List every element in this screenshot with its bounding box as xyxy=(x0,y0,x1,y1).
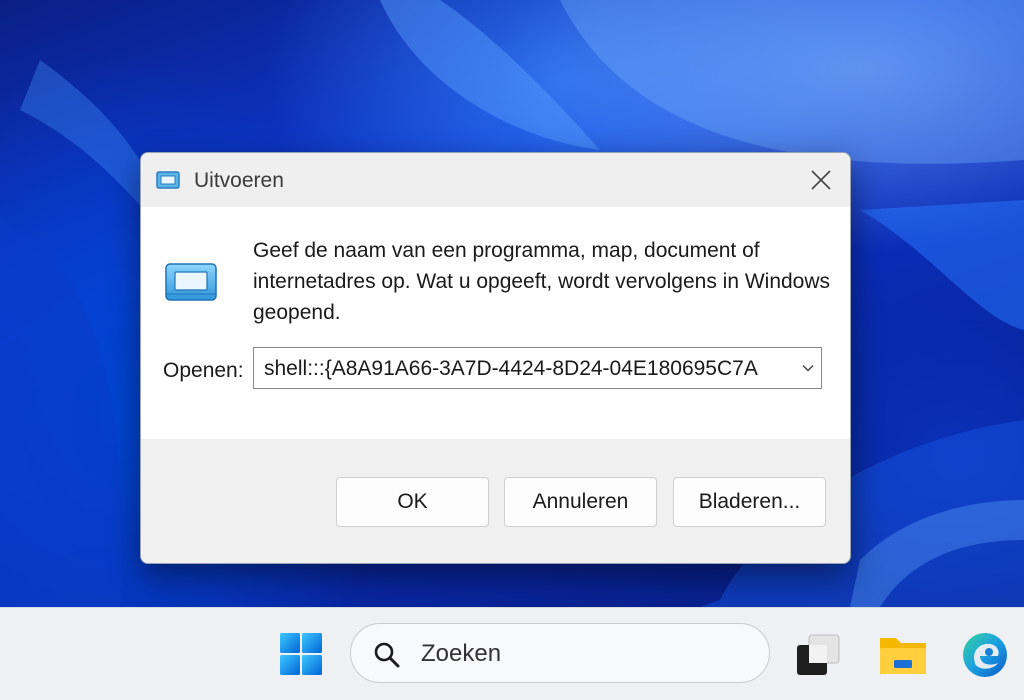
taskbar: Zoeken xyxy=(0,607,1024,700)
open-label: Openen: xyxy=(163,359,244,382)
search-icon xyxy=(374,642,400,668)
run-icon xyxy=(156,171,180,189)
dialog-content: Geef de naam van een programma, map, doc… xyxy=(141,207,850,439)
browse-button[interactable]: Bladeren... xyxy=(673,477,826,527)
ok-button[interactable]: OK xyxy=(336,477,489,527)
windows-start-icon[interactable] xyxy=(279,632,323,676)
file-explorer-icon[interactable] xyxy=(878,632,928,678)
edge-browser-icon[interactable] xyxy=(960,630,1010,680)
cancel-button[interactable]: Annuleren xyxy=(504,477,657,527)
dialog-title: Uitvoeren xyxy=(194,169,284,192)
open-combobox[interactable] xyxy=(253,347,822,389)
chevron-down-icon[interactable] xyxy=(801,361,815,375)
taskbar-search-label: Zoeken xyxy=(421,640,502,667)
run-icon xyxy=(165,263,217,301)
taskbar-search-box[interactable]: Zoeken xyxy=(350,623,770,683)
open-input[interactable] xyxy=(264,357,784,381)
run-dialog: Uitvoeren Geef de naam van een programma… xyxy=(140,152,851,564)
dialog-footer: OK Annuleren Bladeren... xyxy=(141,439,850,563)
dialog-titlebar[interactable]: Uitvoeren xyxy=(141,153,850,207)
close-icon xyxy=(811,170,831,190)
close-button[interactable] xyxy=(792,153,850,207)
dialog-description: Geef de naam van een programma, map, doc… xyxy=(253,239,831,324)
task-view-icon[interactable] xyxy=(795,633,841,677)
